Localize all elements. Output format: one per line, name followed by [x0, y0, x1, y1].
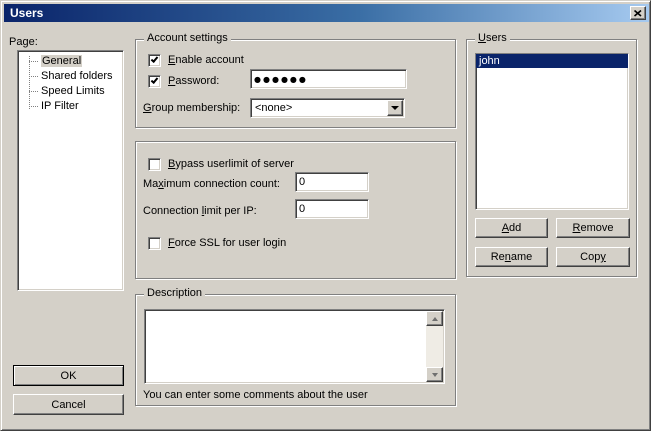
users-listbox[interactable]: john [475, 53, 629, 210]
users-group-label: Users [475, 32, 510, 45]
triangle-up-icon [432, 317, 438, 321]
password-label: Password: [168, 75, 219, 88]
account-settings-group-label: Account settings [144, 32, 231, 45]
description-scrollbar[interactable] [426, 311, 443, 382]
description-group-label: Description [144, 287, 205, 300]
close-icon [634, 10, 642, 17]
account-settings-group: Account settings Enable account Password… [135, 39, 456, 128]
user-list-item[interactable]: john [476, 54, 628, 68]
cancel-button[interactable]: Cancel [13, 394, 124, 415]
limits-group: Bypass userlimit of server Maximum conne… [135, 141, 456, 279]
bypass-userlimit-label: Bypass userlimit of server [168, 158, 294, 171]
ok-button[interactable]: OK [13, 365, 124, 386]
password-input[interactable] [250, 69, 407, 89]
force-ssl-label: Force SSL for user login [168, 237, 286, 250]
users-group: Users john Add Remove Rename Copy [466, 39, 637, 277]
bypass-userlimit-checkbox[interactable] [148, 158, 161, 171]
description-textarea[interactable] [146, 311, 426, 382]
max-connection-count-label: Maximum connection count: [143, 178, 280, 191]
title-bar[interactable]: Users [4, 4, 649, 22]
dialog-title: Users [10, 6, 43, 20]
page-tree: General Shared folders Speed Limits IP F… [17, 50, 124, 291]
scroll-up-button[interactable] [426, 311, 443, 326]
tree-item-shared-folders[interactable]: Shared folders [18, 69, 123, 84]
enable-account-checkbox[interactable] [148, 54, 161, 67]
checkmark-icon [151, 55, 159, 63]
add-button[interactable]: Add [475, 218, 548, 238]
checkmark-icon [151, 76, 159, 84]
connection-limit-per-ip-label: Connection limit per IP: [143, 205, 257, 218]
force-ssl-checkbox[interactable] [148, 237, 161, 250]
triangle-down-icon [432, 373, 438, 377]
page-label: Page: [9, 36, 38, 49]
group-membership-value: <none> [255, 102, 292, 115]
group-membership-select[interactable]: <none> [250, 98, 405, 118]
copy-button[interactable]: Copy [556, 247, 630, 267]
tree-item-general[interactable]: General [18, 54, 123, 69]
remove-button[interactable]: Remove [556, 218, 630, 238]
max-connection-count-input[interactable] [295, 172, 369, 192]
description-field-frame [144, 309, 445, 384]
combo-dropdown-button[interactable] [387, 100, 403, 116]
chevron-down-icon [391, 106, 399, 110]
scroll-down-button[interactable] [426, 367, 443, 382]
description-group: Description You can enter some comments … [135, 294, 456, 406]
password-checkbox[interactable] [148, 75, 161, 88]
tree-item-ip-filter[interactable]: IP Filter [18, 99, 123, 114]
close-button[interactable] [630, 6, 646, 20]
description-hint: You can enter some comments about the us… [143, 389, 368, 402]
users-dialog: Users Page: General Shared folders Speed… [0, 0, 651, 431]
tree-item-speed-limits[interactable]: Speed Limits [18, 84, 123, 99]
enable-account-label: Enable account [168, 54, 244, 67]
connection-limit-per-ip-input[interactable] [295, 199, 369, 219]
rename-button[interactable]: Rename [475, 247, 548, 267]
group-membership-label: Group membership: [143, 102, 240, 115]
